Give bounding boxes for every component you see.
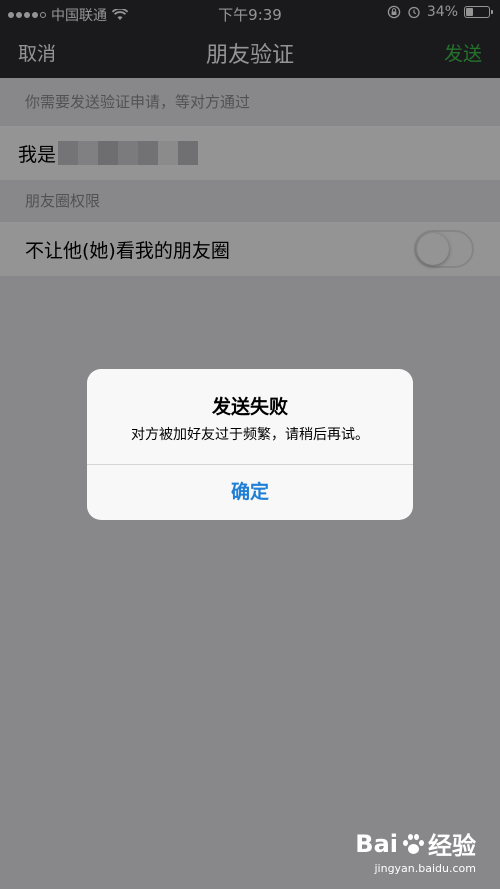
alert-title: 发送失败: [211, 396, 288, 418]
watermark-logo: Bai 经验: [355, 826, 476, 861]
alert-ok-button[interactable]: 确定: [87, 465, 413, 520]
error-alert-dialog: 发送失败 对方被加好友过于频繁，请稍后再试。 确定: [87, 369, 413, 520]
baidu-jingyan-watermark: Bai 经验 jingyan.baidu.com: [355, 826, 476, 876]
paw-icon: [402, 833, 424, 855]
alert-message: 对方被加好友过于频繁，请稍后再试。: [131, 427, 369, 443]
watermark-brand: Bai: [355, 829, 398, 858]
watermark-url: jingyan.baidu.com: [374, 862, 476, 875]
watermark-brand-suffix: 经验: [428, 832, 476, 860]
